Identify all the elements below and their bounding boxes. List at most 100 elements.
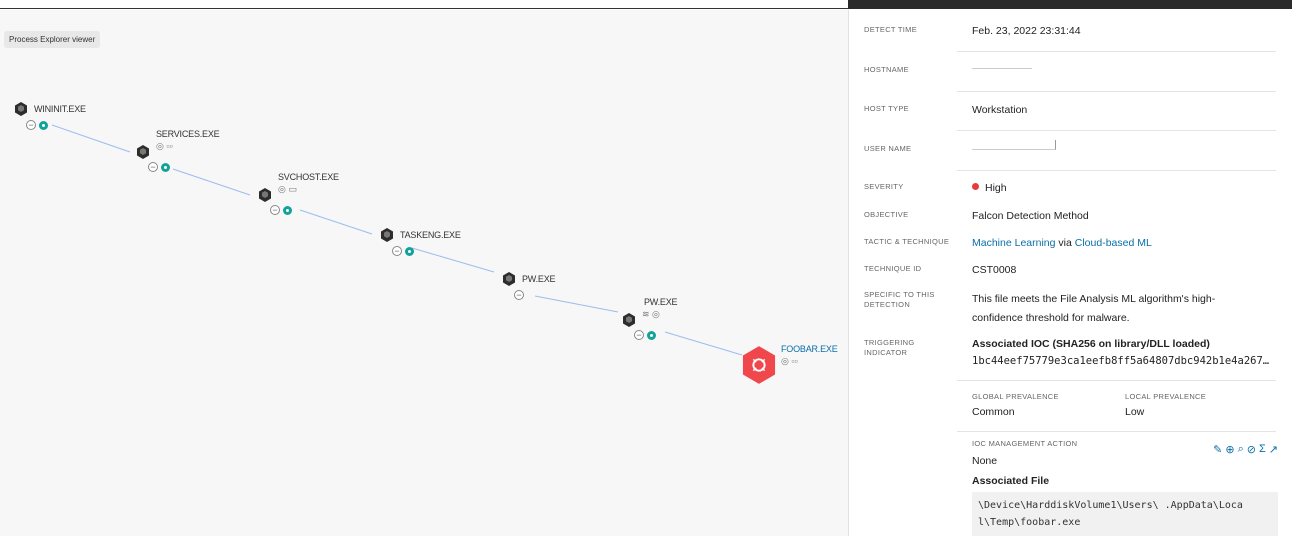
hostname-row: HOSTNAME (864, 59, 1278, 89)
process-graph[interactable]: Process Explorer viewer WININIT.EXE − SE… (0, 10, 848, 536)
collapse-icon[interactable]: − (514, 290, 524, 300)
associated-file-title: Associated File (972, 475, 1050, 487)
process-hex-icon (503, 272, 515, 286)
specific-detection-line-2: confidence threshold for malware. (972, 312, 1130, 324)
collapse-icon[interactable]: − (634, 330, 644, 340)
edit-icon[interactable]: ✎ (1213, 443, 1222, 456)
external-link-icon[interactable]: ↗ (1269, 443, 1278, 456)
ioc-management-label: IOC MANAGEMENT ACTION (972, 439, 1078, 448)
detect-time-row: DETECT TIME Feb. 23, 2022 23:31:44 (864, 25, 1278, 49)
edge-taskeng-pw (411, 247, 495, 273)
triggering-indicator-row: TRIGGERING INDICATOR Associated IOC (SHA2… (864, 336, 1278, 376)
zoom-in-icon[interactable]: ⊕ (1225, 443, 1234, 456)
field-label: TECHNIQUE ID (864, 264, 922, 273)
local-prevalence-label: LOCAL PREVALENCE (1125, 392, 1207, 401)
process-indicator-icons: ◎ ▫▫ (781, 356, 798, 366)
specific-detection-row: SPECIFIC TO THIS DETECTION This file meet… (864, 290, 1278, 330)
tactic-link[interactable]: Machine Learning (972, 237, 1055, 249)
severity-dot-icon (972, 183, 979, 190)
graph-top-border (0, 0, 848, 9)
ioc-management-row: IOC MANAGEMENT ACTION None ✎ ⊕ ⌕ ⊘ Σ ↗ (864, 439, 1278, 469)
field-label: HOST TYPE (864, 104, 909, 113)
objective-row: OBJECTIVE Falcon Detection Method (864, 210, 1278, 230)
process-name: SERVICES.EXE (156, 129, 220, 139)
status-dot-icon (405, 246, 414, 256)
process-badges: − (270, 205, 292, 215)
ioc-management-value: None (972, 455, 998, 467)
associated-file-path[interactable]: \Device\HarddiskVolume1\Users\ .AppData\… (972, 492, 1278, 536)
status-dot-icon (647, 330, 656, 340)
field-label: HOSTNAME (864, 65, 909, 74)
process-name: PW.EXE (644, 297, 678, 307)
process-hex-icon (259, 188, 271, 202)
ioc-hash-value[interactable]: 1bc44eef75779e3ca1eefb8ff5a64807dbc942b1… (972, 355, 1269, 367)
user-name-value (972, 140, 1056, 153)
process-badges: − (148, 162, 170, 172)
ioc-action-icons: ✎ ⊕ ⌕ ⊘ Σ ↗ (1213, 443, 1278, 456)
prevalence-row: GLOBAL PREVALENCE Common LOCAL PREVALENC… (864, 390, 1278, 424)
host-type-row: HOST TYPE Workstation (864, 104, 1278, 128)
severity-row: SEVERITY High (864, 182, 1278, 202)
status-dot-icon (161, 162, 170, 172)
redacted-user-name (972, 140, 1056, 150)
process-name: PW.EXE (522, 274, 556, 284)
process-edges (51, 124, 743, 356)
process-name[interactable]: FOOBAR.EXE (781, 344, 838, 354)
process-name: SVCHOST.EXE (278, 172, 339, 182)
edge-pw-foobar (664, 331, 743, 356)
field-label: DETECT TIME (864, 25, 918, 34)
tactic-technique-row: TACTIC & TECHNIQUE Machine Learning via … (864, 237, 1278, 257)
collapse-icon[interactable]: − (26, 120, 36, 130)
technique-link[interactable]: Cloud-based ML (1075, 237, 1152, 249)
associated-ioc-title: Associated IOC (SHA256 on library/DLL lo… (972, 338, 1210, 350)
local-prevalence-value: Low (1125, 406, 1145, 418)
field-label: USER NAME (864, 144, 912, 153)
field-label: TRIGGERING INDICATOR (864, 338, 915, 358)
process-badges: − (514, 290, 524, 300)
status-dot-icon (283, 205, 292, 215)
global-prevalence-label: GLOBAL PREVALENCE (972, 392, 1059, 401)
divider (957, 170, 1276, 171)
field-label-line-2: INDICATOR (864, 348, 908, 357)
divider (957, 51, 1276, 52)
collapse-icon[interactable]: − (270, 205, 280, 215)
hostname-value (972, 59, 1032, 72)
field-label: TACTIC & TECHNIQUE (864, 237, 950, 246)
detect-time-value: Feb. 23, 2022 23:31:44 (972, 25, 1081, 37)
technique-id-value: CST0008 (972, 264, 1017, 276)
edge-pw-pw (534, 295, 619, 313)
process-badges: − (26, 120, 48, 130)
search-icon[interactable]: ⌕ (1238, 443, 1244, 456)
specific-detection-line-1: This file meets the File Analysis ML alg… (972, 293, 1216, 305)
process-badges: − (392, 246, 414, 256)
process-hex-icon (381, 228, 393, 242)
field-label: OBJECTIVE (864, 210, 909, 219)
file-path-line-1: \Device\HarddiskVolume1\Users\ .AppData\… (978, 500, 1243, 511)
host-type-value: Workstation (972, 104, 1028, 116)
edge-wininit-services (51, 124, 131, 153)
specific-detection-value: This file meets the File Analysis ML alg… (972, 290, 1278, 328)
panel-top-bar (848, 0, 1292, 9)
block-icon[interactable]: ⊘ (1247, 443, 1256, 456)
alert-process-hex-icon (742, 346, 776, 384)
collapse-icon[interactable]: − (392, 246, 402, 256)
process-name: TASKENG.EXE (400, 230, 461, 240)
sum-icon[interactable]: Σ (1259, 443, 1266, 456)
field-label-line-1: SPECIFIC TO THIS (864, 290, 935, 299)
field-label-line-2: DETECTION (864, 300, 911, 309)
process-hex-icon (15, 102, 27, 116)
divider (957, 431, 1276, 432)
process-indicator-icons: ≋ ◎ (642, 309, 660, 319)
via-text: via (1058, 237, 1072, 249)
severity-text: High (985, 182, 1007, 194)
divider (957, 380, 1276, 381)
associated-file-row: Associated File \Device\HarddiskVolume1\… (864, 475, 1278, 536)
process-indicator-icons: ◎ ▭ (278, 184, 297, 194)
collapse-icon[interactable]: − (148, 162, 158, 172)
tactic-technique-value: Machine Learning via Cloud-based ML (972, 237, 1152, 249)
redacted-hostname (972, 59, 1032, 69)
objective-link[interactable]: Falcon Detection Method (972, 210, 1089, 222)
edge-services-svchost (172, 168, 251, 196)
process-badges: − (634, 330, 656, 340)
user-name-row: USER NAME (864, 140, 1278, 168)
